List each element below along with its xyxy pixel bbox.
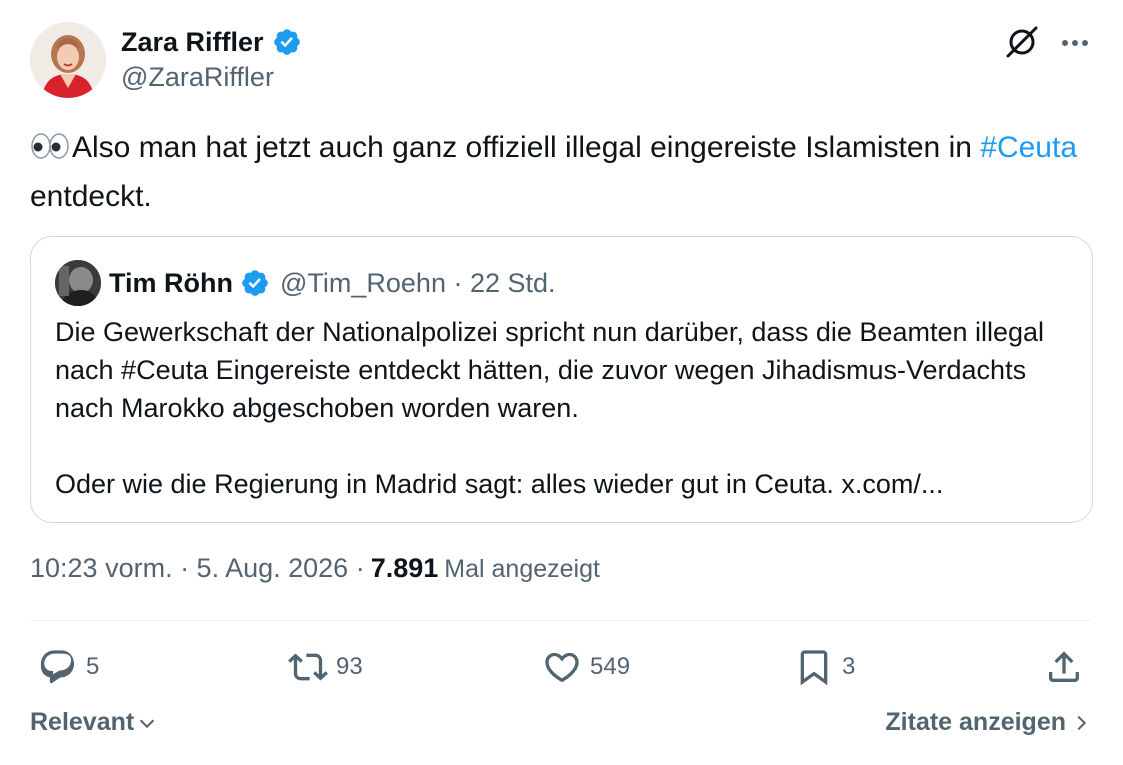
bookmark-count: 3: [842, 653, 856, 680]
quoted-tweet-card[interactable]: Tim Röhn @Tim_Roehn · 22 Std. Die Gewerk…: [30, 236, 1093, 523]
author-avatar[interactable]: [30, 22, 106, 98]
quoted-verified-badge-icon[interactable]: [240, 268, 270, 298]
eyes-emoji-icon: [30, 129, 70, 174]
view-quotes-label: Zitate anzeigen: [885, 708, 1066, 736]
tweet-text: Also man hat jetzt auch ganz offiziell i…: [30, 125, 1090, 219]
share-icon: [1049, 651, 1079, 682]
verified-badge-icon[interactable]: [272, 27, 302, 57]
hashtag-link[interactable]: #Ceuta: [980, 131, 1077, 164]
tweet-text-after: entdeckt.: [30, 180, 152, 213]
grok-icon[interactable]: [1002, 22, 1042, 62]
bookmark-button[interactable]: 3: [794, 642, 855, 692]
quoted-tweet-header: Tim Röhn @Tim_Roehn · 22 Std.: [55, 260, 556, 306]
heart-icon: [545, 652, 579, 683]
views-label: Mal angezeigt: [444, 555, 600, 583]
tweet-meta: 10:23 vorm. · 5. Aug. 2026 · 7.891 Mal a…: [30, 553, 600, 593]
repost-count: 93: [336, 653, 363, 680]
tweet-timestamp[interactable]: 10:23 vorm. · 5. Aug. 2026 ·: [30, 553, 365, 584]
quoted-tweet-text: Die Gewerkschaft der Nationalpolizei spr…: [55, 317, 1045, 499]
author-name-row: Zara Riffler: [121, 24, 302, 60]
chevron-down-icon: [140, 719, 155, 728]
reply-icon: [40, 650, 75, 684]
like-button[interactable]: 549: [542, 642, 630, 692]
bookmark-icon: [800, 650, 828, 686]
author-handle[interactable]: @ZaraRiffler: [121, 62, 274, 93]
view-quotes-link[interactable]: Zitate anzeigen: [885, 708, 1092, 737]
more-options-icon[interactable]: [1058, 26, 1092, 60]
quoted-author-name[interactable]: Tim Röhn: [109, 268, 233, 299]
like-count: 549: [590, 653, 631, 680]
chevron-right-icon: [1077, 715, 1087, 730]
reply-button[interactable]: 5: [38, 642, 99, 692]
quoted-author-handle[interactable]: @Tim_Roehn · 22 Std.: [280, 268, 556, 299]
tweet-header: Zara Riffler @ZaraRiffler: [30, 22, 1094, 102]
views-count: 7.891: [370, 553, 439, 583]
divider: [30, 620, 1092, 621]
reply-count: 5: [86, 653, 100, 680]
action-bar: 5 93 549 3: [30, 642, 1092, 692]
replies-footer: Relevant Zitate anzeigen: [30, 708, 1092, 744]
tweet-text-before: Also man hat jetzt auch ganz offiziell i…: [72, 131, 981, 164]
sort-dropdown[interactable]: Relevant: [30, 708, 158, 737]
author-display-name[interactable]: Zara Riffler: [121, 27, 264, 58]
share-button[interactable]: [1044, 642, 1084, 692]
sort-label: Relevant: [30, 708, 135, 736]
repost-icon: [288, 653, 328, 681]
repost-button[interactable]: 93: [288, 642, 363, 692]
quoted-author-avatar[interactable]: [55, 260, 101, 306]
